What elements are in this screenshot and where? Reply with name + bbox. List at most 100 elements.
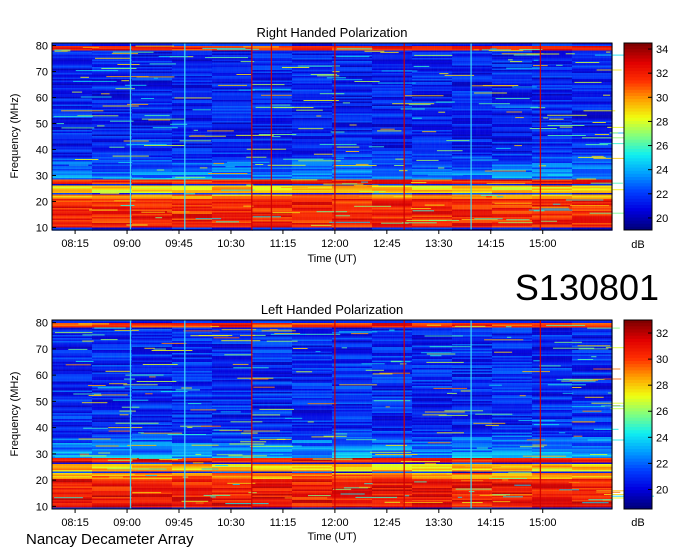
colorbar-segment [624,335,652,340]
colorbar-segment [624,46,652,50]
colorbar-segment [624,55,652,60]
left-polarization-panel: Left Handed Polarization 10 20 30 40 50 60 70 8… [9,302,668,543]
x-tick-label: 12:00 [321,517,349,529]
colorbar-segment [624,170,652,175]
x-tick-label: 08:15 [61,238,89,250]
colorbar-segment [624,155,652,159]
colorbar-segment [624,329,652,334]
x-tick-label: 08:15 [61,517,89,529]
colorbar-segment [624,370,652,375]
colorbar-segment [624,80,652,85]
colorbar-segment [624,405,652,409]
right-panel-title: Right Handed Polarization [256,25,407,40]
colorbar-segment [624,398,652,403]
colorbar-segment [624,127,652,131]
colorbar-segment [624,74,652,78]
colorbar-segment [624,360,652,365]
colorbar-segment [624,102,652,106]
colorbar-segment [624,214,652,219]
colorbar-segment [624,58,652,63]
colorbar-segment [624,367,652,371]
y-tick-label: 80 [36,41,48,53]
colorbar-segment [624,320,652,324]
colorbar-segment [624,373,652,378]
colorbar-tick-label: 22 [656,189,668,201]
colorbar-segment [624,458,652,463]
colorbar-segment [624,158,652,162]
x-tick-label: 09:00 [113,238,141,250]
colorbar-segment [624,117,652,122]
colorbar-segment [624,67,652,72]
right-x-axis-ticks: 08:15 09:00 09:45 10:30 11:15 12:00 12:45 13:30… [61,230,556,250]
x-tick-label: 10:30 [217,238,245,250]
y-tick-label: 10 [36,501,48,513]
colorbar-segment [624,167,652,172]
colorbar-segment [624,449,652,453]
y-tick-label: 60 [36,370,48,382]
colorbar-segment [624,217,652,222]
left-colorbar [624,320,652,510]
y-tick-label: 40 [36,423,48,435]
x-tick-label: 09:00 [113,517,141,529]
right-x-axis-label: Time (UT) [307,253,356,265]
colorbar-segment [624,145,652,150]
colorbar-segment [624,383,652,387]
colorbar-segment [624,411,652,415]
y-tick-label: 50 [36,396,48,408]
x-tick-label: 10:30 [217,517,245,529]
colorbar-segment [624,439,652,444]
colorbar-segment [624,77,652,81]
colorbar-segment [624,461,652,466]
colorbar-tick-label: 26 [656,406,668,418]
colorbar-segment [624,442,652,447]
colorbar-segment [624,364,652,368]
colorbar-segment [624,326,652,330]
y-tick-label: 20 [36,475,48,487]
colorbar-tick-label: 32 [656,328,668,340]
colorbar-segment [624,323,652,327]
colorbar-segment [624,86,652,91]
colorbar-segment [624,111,652,116]
y-tick-label: 70 [36,344,48,356]
colorbar-segment [624,386,652,390]
colorbar-segment [624,192,652,197]
colorbar-segment [624,464,652,469]
colorbar-segment [624,420,652,425]
colorbar-segment [624,446,652,450]
colorbar-segment [624,133,652,137]
colorbar-segment [624,52,652,56]
noise-texture [52,43,612,230]
colorbar-segment [624,139,652,144]
left-y-axis-label: Frequency (MHz) [9,372,21,457]
y-tick-label: 70 [36,67,48,79]
colorbar-segment [624,499,652,504]
colorbar-segment [624,223,652,228]
colorbar-segment [624,180,652,184]
x-tick-label: 09:45 [165,238,193,250]
x-tick-label: 12:45 [373,517,401,529]
colorbar-segment [624,417,652,422]
colorbar-segment [624,198,652,203]
x-tick-label: 12:00 [321,238,349,250]
colorbar-segment [624,99,652,103]
x-tick-label: 13:30 [425,517,453,529]
colorbar-segment [624,483,652,488]
colorbar-segment [624,114,652,119]
colorbar-segment [624,392,652,397]
left-x-axis-ticks: 08:15 09:00 09:45 10:30 11:15 12:00 12:45 13:30… [61,509,556,529]
colorbar-tick-label: 20 [656,484,668,496]
colorbar-segment [624,71,652,75]
colorbar-segment [624,493,652,497]
colorbar-segment [624,379,652,384]
colorbar-segment [624,332,652,337]
colorbar-segment [624,496,652,501]
colorbar-segment [624,423,652,428]
colorbar-segment [624,186,652,190]
x-tick-label: 15:00 [529,517,557,529]
colorbar-segment [624,83,652,88]
colorbar-segment [624,205,652,209]
colorbar-segment [624,152,652,156]
colorbar-segment [624,120,652,125]
colorbar-segment [624,338,652,343]
colorbar-segment [624,354,652,359]
